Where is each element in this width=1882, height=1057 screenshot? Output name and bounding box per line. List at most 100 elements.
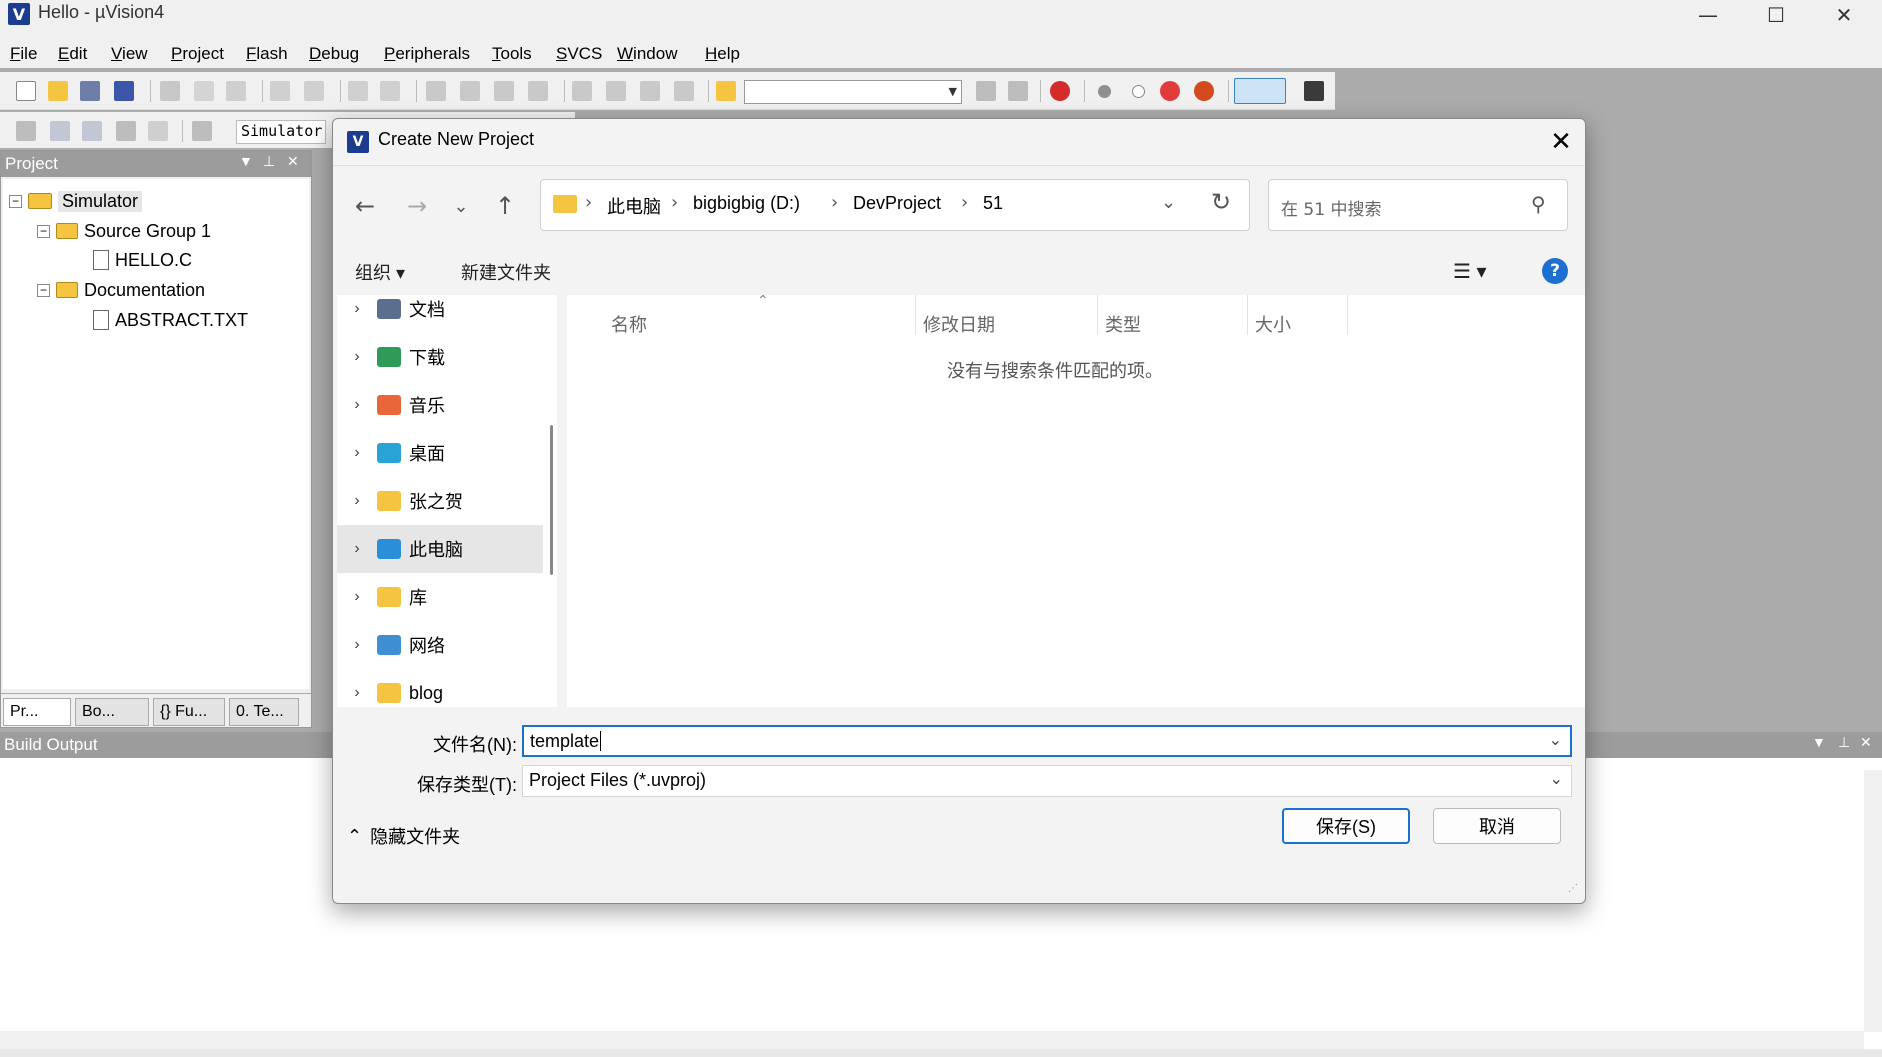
save-icon[interactable]	[80, 81, 100, 101]
comment-icon[interactable]	[640, 81, 660, 101]
menu-edit[interactable]: Edit	[58, 44, 87, 64]
search-icon[interactable]: ⚲	[1531, 192, 1546, 216]
nav-item[interactable]: › 张之贺	[337, 477, 543, 525]
chevron-down-icon[interactable]: ⌄	[1550, 769, 1563, 789]
translate-icon[interactable]	[16, 121, 36, 141]
refresh-icon[interactable]: ↻	[1211, 188, 1231, 216]
rebuild-icon[interactable]	[82, 121, 102, 141]
bookmark-prev-icon[interactable]	[460, 81, 480, 101]
chevron-down-icon[interactable]: ⌄	[1549, 730, 1562, 750]
filename-input[interactable]: template ⌄	[522, 725, 1572, 757]
save-button[interactable]: 保存(S)	[1282, 808, 1410, 844]
nav-forward-icon[interactable]	[380, 81, 400, 101]
recent-locations-button[interactable]: ⌄	[443, 188, 479, 224]
tab-books[interactable]: Bo...	[75, 698, 149, 726]
tree-item-documentation[interactable]: − Documentation	[37, 277, 205, 303]
find-icon[interactable]	[976, 81, 996, 101]
cut-icon[interactable]	[160, 81, 180, 101]
menu-svcs[interactable]: SVCS	[556, 44, 602, 64]
resize-grip-icon[interactable]: ⋰	[1568, 883, 1578, 894]
menu-tools[interactable]: Tools	[492, 44, 532, 64]
breadcrumb-51[interactable]: 51	[983, 193, 1003, 214]
horizontal-scrollbar[interactable]	[0, 1031, 1864, 1049]
nav-item[interactable]: › 文档	[337, 295, 543, 333]
organize-button[interactable]: 组织 ▾	[355, 259, 405, 285]
chevron-right-icon[interactable]: ›	[337, 588, 377, 606]
forward-button[interactable]: →	[399, 188, 435, 224]
chevron-right-icon[interactable]: ›	[337, 348, 377, 366]
chevron-right-icon[interactable]: ›	[337, 444, 377, 462]
open-file-icon[interactable]	[48, 81, 68, 101]
hide-folders-toggle[interactable]: ⌃ 隐藏文件夹	[347, 823, 460, 849]
back-button[interactable]: ←	[347, 188, 383, 224]
collapse-icon[interactable]: −	[37, 224, 50, 238]
menu-flash[interactable]: Flash	[246, 44, 288, 64]
maximize-button[interactable]: ☐	[1742, 0, 1810, 30]
paste-icon[interactable]	[226, 81, 246, 101]
menu-file[interactable]: File	[10, 44, 37, 64]
nav-item[interactable]: › 此电脑	[337, 525, 543, 573]
chevron-right-icon[interactable]: ›	[337, 492, 377, 510]
new-file-icon[interactable]	[16, 81, 36, 101]
menu-view[interactable]: View	[111, 44, 148, 64]
nav-pane-scrollbar[interactable]	[545, 295, 557, 707]
breadcrumb-this-pc[interactable]: 此电脑	[607, 193, 661, 219]
dialog-close-button[interactable]: ✕	[1541, 123, 1581, 161]
target-select[interactable]: Simulator	[236, 120, 326, 144]
breadcrumb-drive[interactable]: bigbigbig (D:)	[693, 193, 800, 214]
menu-peripherals[interactable]: Peripherals	[384, 44, 470, 64]
column-name[interactable]: 名称	[611, 311, 647, 337]
view-options-icon[interactable]: ☰ ▾	[1453, 259, 1487, 284]
cancel-button[interactable]: 取消	[1433, 808, 1561, 844]
chevron-down-icon[interactable]: ⌄	[1161, 192, 1176, 213]
tree-item-target[interactable]: − Simulator	[9, 188, 143, 214]
search-input[interactable]: 在 51 中搜索 ⚲	[1268, 179, 1568, 231]
tree-item-hello-c[interactable]: HELLO.C	[93, 247, 192, 273]
nav-back-icon[interactable]	[348, 81, 368, 101]
save-all-icon[interactable]	[114, 81, 134, 101]
breakpoint-enable-icon[interactable]	[1132, 85, 1145, 98]
breakpoint-disable-all-icon[interactable]	[1160, 81, 1180, 101]
build-icon[interactable]	[50, 121, 70, 141]
chevron-right-icon[interactable]: ›	[337, 684, 377, 702]
tree-item-source-group[interactable]: − Source Group 1	[37, 218, 211, 244]
up-button[interactable]: ↑	[487, 188, 523, 224]
configure-icon[interactable]	[1304, 81, 1324, 101]
unindent-icon[interactable]	[606, 81, 626, 101]
close-icon[interactable]: ✕	[287, 153, 299, 170]
copy-icon[interactable]	[194, 81, 214, 101]
pin-icon[interactable]: ⊥	[1838, 734, 1850, 751]
address-bar[interactable]: › 此电脑 › bigbigbig (D:) › DevProject › 51…	[540, 179, 1250, 231]
close-icon[interactable]: ✕	[1860, 734, 1872, 751]
download-load-icon[interactable]	[192, 121, 212, 141]
pin-icon[interactable]: ⊥	[263, 153, 275, 170]
nav-item[interactable]: › 下载	[337, 333, 543, 381]
menu-window[interactable]: Window	[617, 44, 677, 64]
window-layout-icon[interactable]	[1234, 78, 1286, 104]
find-in-files-icon[interactable]	[716, 81, 736, 101]
pane-menu-icon[interactable]: ▼	[1812, 734, 1826, 750]
breakpoint-kill-all-icon[interactable]	[1194, 81, 1214, 101]
tab-functions[interactable]: {} Fu...	[153, 698, 225, 726]
bookmark-next-icon[interactable]	[494, 81, 514, 101]
collapse-icon[interactable]: −	[9, 194, 22, 208]
chevron-right-icon[interactable]: ›	[337, 540, 377, 558]
nav-item[interactable]: › 库	[337, 573, 543, 621]
column-date-modified[interactable]: 修改日期	[923, 311, 995, 337]
nav-item[interactable]: › blog	[337, 669, 543, 707]
bookmark-toggle-icon[interactable]	[426, 81, 446, 101]
bookmark-clear-icon[interactable]	[528, 81, 548, 101]
incremental-find-icon[interactable]	[1008, 81, 1028, 101]
nav-item[interactable]: › 音乐	[337, 381, 543, 429]
new-folder-button[interactable]: 新建文件夹	[461, 259, 551, 285]
indent-icon[interactable]	[572, 81, 592, 101]
chevron-right-icon[interactable]: ›	[337, 636, 377, 654]
nav-item[interactable]: › 网络	[337, 621, 543, 669]
collapse-icon[interactable]: −	[37, 283, 50, 297]
redo-icon[interactable]	[304, 81, 324, 101]
column-size[interactable]: 大小	[1255, 311, 1291, 337]
minimize-button[interactable]: —	[1674, 0, 1742, 30]
menu-debug[interactable]: Debug	[309, 44, 359, 64]
debug-session-icon[interactable]	[1050, 81, 1070, 101]
breakpoint-insert-icon[interactable]	[1098, 85, 1111, 98]
